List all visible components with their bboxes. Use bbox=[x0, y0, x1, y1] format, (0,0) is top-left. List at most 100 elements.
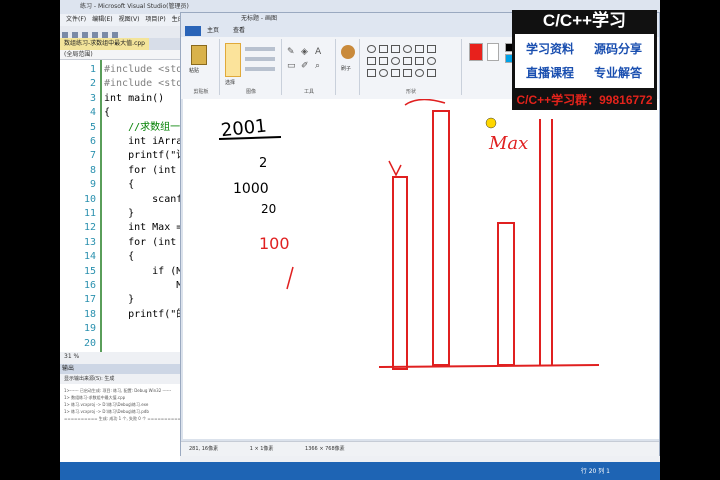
file-menu-button[interactable] bbox=[185, 26, 201, 36]
shape-option[interactable] bbox=[415, 69, 424, 77]
vs-status-bar: 行 20 列 1 bbox=[60, 462, 660, 480]
banner-item-source[interactable]: 源码分享 bbox=[587, 40, 649, 57]
code-text: if (M bbox=[104, 265, 183, 277]
qq-group-text: C/C++学习群：99816772 bbox=[512, 90, 657, 110]
bar-3 bbox=[497, 222, 515, 366]
magnifier-icon[interactable]: ⌕ bbox=[315, 61, 320, 71]
text-icon[interactable]: A bbox=[315, 47, 321, 57]
code-text: } bbox=[104, 294, 135, 306]
select-label: 选择 bbox=[225, 80, 236, 86]
shape-option[interactable] bbox=[403, 57, 412, 65]
color-1-swatch[interactable] bbox=[469, 43, 483, 61]
shape-option[interactable] bbox=[427, 69, 436, 77]
drawing-canvas[interactable]: 2001 2 1000 20 100 Max bbox=[183, 94, 659, 439]
vs-menu-bar: 文件(F) 编辑(E) 视图(V) 项目(P) 生成(B) bbox=[60, 14, 180, 26]
shape-option[interactable] bbox=[427, 45, 436, 53]
color-2-swatch[interactable] bbox=[487, 43, 499, 61]
code-line: 8 for (int bbox=[60, 163, 180, 178]
code-text: M bbox=[104, 280, 183, 291]
banner-title: C/C++学习 bbox=[542, 11, 627, 30]
brush-group: 刷子 bbox=[337, 39, 360, 95]
shape-option[interactable] bbox=[391, 57, 400, 65]
status-selection: 1 × 1像素 bbox=[249, 446, 274, 452]
drawing-svg: 2001 2 1000 20 100 Max bbox=[218, 94, 600, 370]
tab-active-file[interactable]: 数组练习-求数组中最大值.cpp bbox=[60, 38, 149, 50]
color-picker-icon[interactable]: ✐ bbox=[301, 61, 309, 71]
shape-option[interactable] bbox=[379, 57, 388, 65]
paint-status-bar: 281, 16像素 1 × 1像素 1366 × 768像素 bbox=[181, 441, 659, 456]
menu-item[interactable]: 项目(P) bbox=[145, 16, 165, 23]
shape-option[interactable] bbox=[427, 57, 436, 65]
shape-option[interactable] bbox=[367, 45, 376, 53]
note-mid-number: 1000 bbox=[233, 181, 269, 197]
zoom-level[interactable]: 31 % bbox=[60, 352, 184, 362]
code-line: 19 bbox=[60, 321, 180, 336]
code-line: 12 int Max = bbox=[60, 220, 182, 235]
line-number: 12 bbox=[83, 222, 96, 234]
shape-option[interactable] bbox=[403, 45, 412, 53]
code-text: for (int bbox=[104, 164, 177, 176]
fill-icon[interactable]: ◈ bbox=[301, 47, 308, 57]
output-source-bar[interactable]: 显示输出来源(S): 生成 bbox=[60, 374, 180, 384]
output-line: 1>------ 已启动生成: 项目: 练习, 配置: Debug Win32 … bbox=[64, 388, 172, 393]
shape-option[interactable] bbox=[415, 57, 424, 65]
menu-item[interactable]: 视图(V) bbox=[119, 16, 140, 23]
tools-label: 工具 bbox=[303, 89, 314, 95]
line-number: 1 bbox=[89, 64, 96, 75]
paste-icon[interactable] bbox=[191, 45, 207, 65]
code-editor[interactable]: 1 #include <stdio.h> 2 #include <stdlib.h> 3… bbox=[60, 60, 218, 352]
code-line: 4{ bbox=[60, 105, 180, 120]
shape-option[interactable] bbox=[415, 45, 424, 53]
note-sub: 20 bbox=[261, 202, 276, 216]
line-number: 16 bbox=[83, 280, 96, 291]
code-text: scanf bbox=[104, 193, 183, 205]
shape-option[interactable] bbox=[403, 69, 412, 77]
image-group: 选择 图像 bbox=[221, 39, 282, 95]
shape-option[interactable] bbox=[391, 69, 400, 77]
code-line: 2 #include <stdlib.h> bbox=[60, 76, 218, 91]
curved-arrow-top bbox=[404, 98, 446, 106]
brush-icon[interactable] bbox=[341, 45, 355, 59]
select-tool[interactable] bbox=[225, 43, 241, 77]
banner-box: 学习资料 源码分享 直播课程 专业解答 bbox=[515, 34, 654, 88]
code-text: printf("请 bbox=[104, 150, 187, 162]
eraser-icon[interactable]: ▭ bbox=[287, 61, 296, 71]
brush-label: 刷子 bbox=[341, 66, 352, 72]
red-mark bbox=[286, 266, 294, 290]
line-number: 3 bbox=[89, 92, 96, 104]
shape-option[interactable] bbox=[391, 45, 400, 53]
code-line: 14 { bbox=[60, 249, 180, 264]
code-line: 17 } bbox=[60, 292, 180, 307]
code-text: printf("的 bbox=[104, 308, 187, 320]
tab-view[interactable]: 查看 bbox=[233, 26, 245, 36]
crop-button[interactable] bbox=[245, 47, 275, 51]
output-line: 1> 练习.vcxproj -> D:\练习\Debug\练习.pdb bbox=[64, 409, 149, 414]
shape-option[interactable] bbox=[367, 69, 376, 77]
banner-item-materials[interactable]: 学习资料 bbox=[519, 40, 581, 57]
shape-option[interactable] bbox=[379, 45, 388, 53]
code-line: 10 scanf bbox=[60, 192, 183, 207]
code-text: int main() bbox=[104, 92, 165, 104]
menu-item[interactable]: 文件(F) bbox=[66, 16, 86, 23]
scope-dropdown[interactable]: (全局范围) bbox=[60, 50, 180, 60]
code-line: 1 #include <stdio.h> bbox=[60, 62, 212, 77]
line-number: 8 bbox=[89, 164, 96, 176]
qq-group-label: C/C++学习群：99816772 bbox=[516, 93, 653, 107]
tools-group: ✎ ◈ A ▭ ✐ ⌕ 工具 bbox=[283, 39, 336, 95]
line-number: 17 bbox=[83, 294, 96, 306]
arrow-bar-1 bbox=[388, 160, 402, 177]
menu-item[interactable]: 生成(B) bbox=[172, 16, 180, 23]
shapes-group: 形状 bbox=[361, 39, 462, 95]
tab-home[interactable]: 主页 bbox=[207, 26, 219, 36]
output-line: 1> 练习.vcxproj -> D:\练习\Debug\练习.exe bbox=[64, 402, 149, 407]
shape-option[interactable] bbox=[367, 57, 376, 65]
shape-option[interactable] bbox=[379, 69, 388, 77]
pencil-icon[interactable]: ✎ bbox=[287, 47, 295, 57]
rotate-button[interactable] bbox=[245, 67, 275, 71]
banner-item-live[interactable]: 直播课程 bbox=[519, 64, 581, 81]
status-canvas-size: 1366 × 768像素 bbox=[305, 446, 345, 452]
menu-item[interactable]: 编辑(E) bbox=[92, 16, 112, 23]
banner-item-answers[interactable]: 专业解答 bbox=[587, 64, 649, 81]
canvas-area: 2001 2 1000 20 100 Max bbox=[181, 94, 659, 441]
resize-button[interactable] bbox=[245, 57, 275, 61]
